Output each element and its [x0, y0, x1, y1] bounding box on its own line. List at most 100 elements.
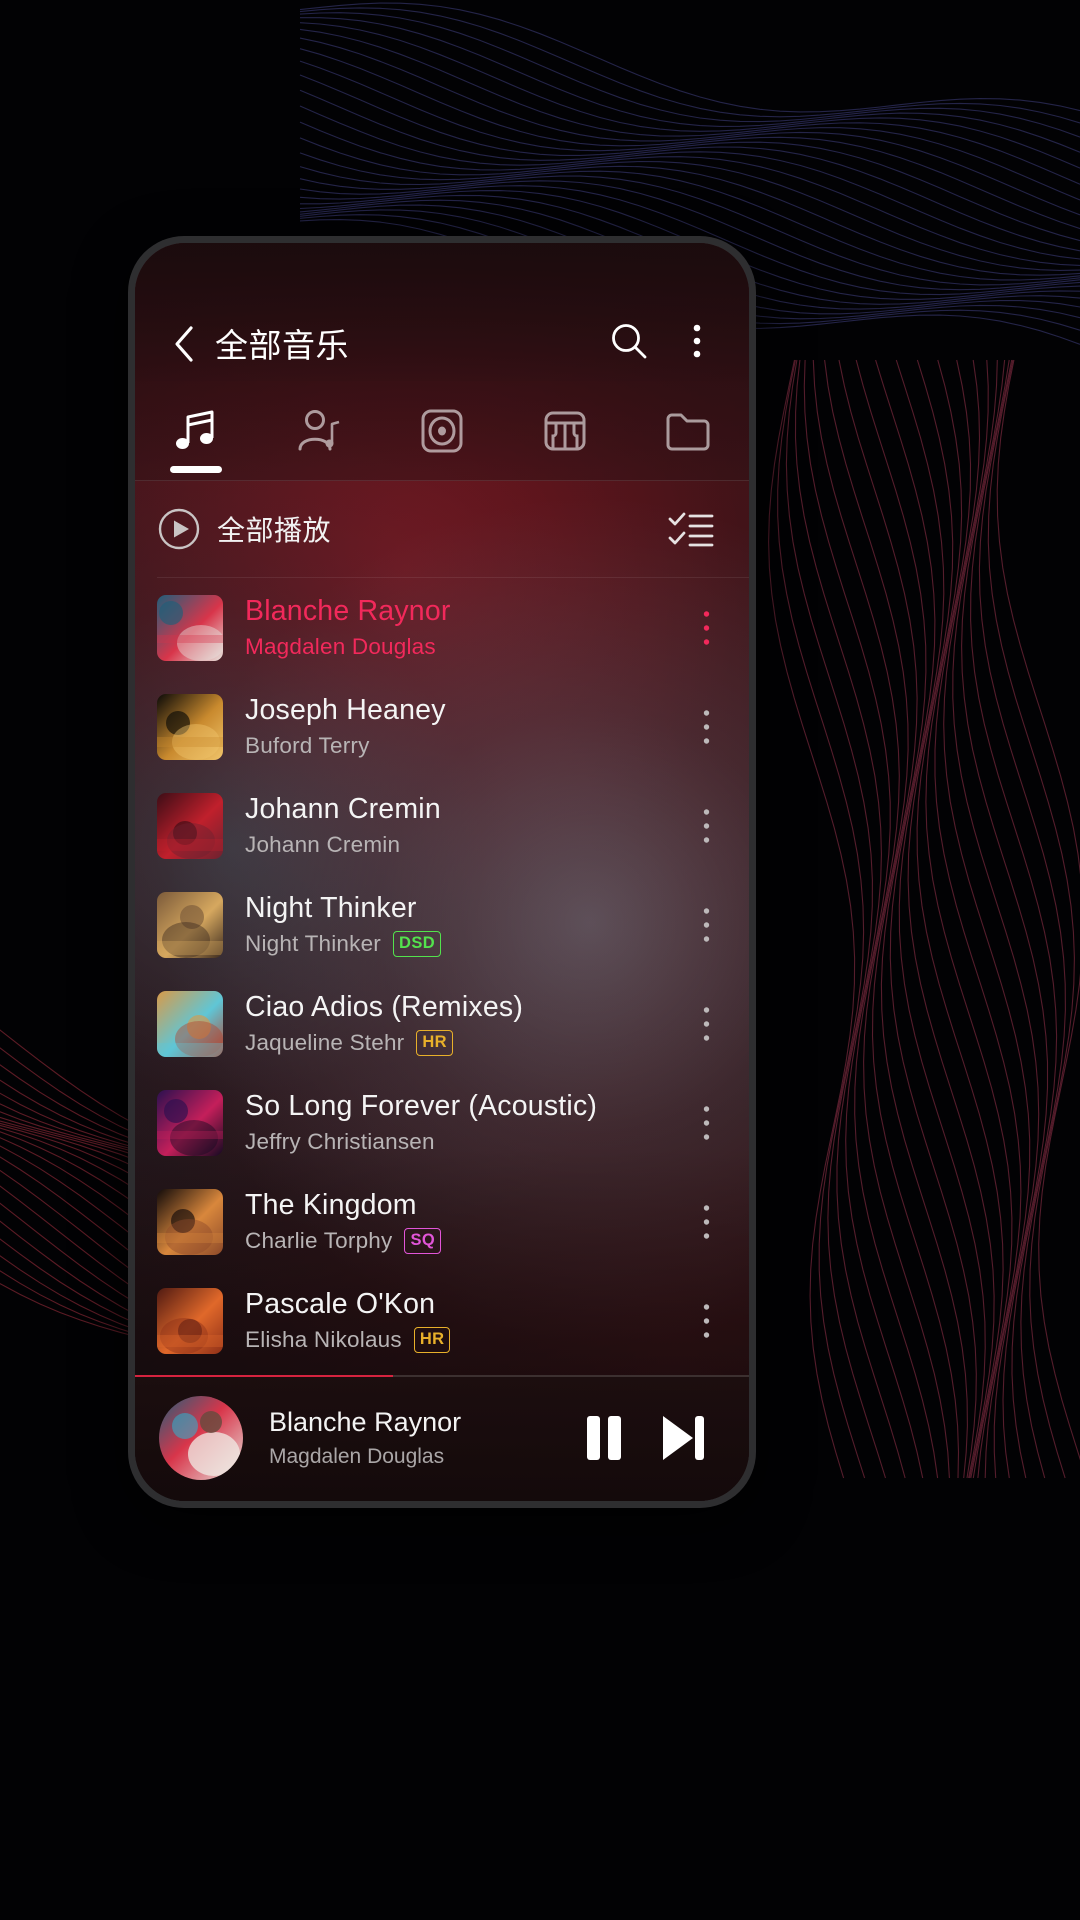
song-overflow-menu-button[interactable]	[681, 788, 731, 864]
quality-badge: HR	[413, 1327, 451, 1353]
song-text-block: Pascale O'Kon Elisha Nikolaus HR	[245, 1288, 681, 1353]
song-artist: Night Thinker	[245, 931, 381, 956]
song-subtitle-row: Buford Terry	[245, 733, 681, 759]
song-title: Ciao Adios (Remixes)	[245, 991, 524, 1023]
kebab-menu-icon	[703, 610, 709, 645]
now-playing-artwork[interactable]	[159, 1396, 243, 1480]
tab-folders[interactable]	[626, 381, 749, 481]
kebab-menu-icon	[703, 1006, 709, 1041]
song-artist: Jaqueline Stehr	[245, 1030, 405, 1055]
next-track-button[interactable]	[643, 1399, 721, 1477]
song-title: Pascale O'Kon	[245, 1288, 436, 1320]
play-all-label: 全部播放	[217, 515, 332, 546]
song-text-block: Joseph Heaney Buford Terry	[245, 694, 681, 759]
song-title: Joseph Heaney	[245, 694, 446, 726]
song-artist: Magdalen Douglas	[245, 634, 436, 659]
playback-progress-fill	[135, 1375, 393, 1377]
song-text-block: Johann Cremin Johann Cremin	[245, 793, 681, 858]
song-row[interactable]: Johann Cremin Johann Cremin	[135, 776, 749, 875]
tab-artists[interactable]	[258, 381, 381, 481]
song-overflow-menu-button[interactable]	[681, 1184, 731, 1260]
music-note-icon	[176, 410, 214, 449]
song-artwork-image	[157, 594, 223, 661]
playback-progress-track[interactable]	[135, 1375, 749, 1377]
back-button[interactable]	[161, 321, 207, 367]
quality-badge: SQ	[404, 1228, 442, 1254]
song-artwork	[157, 1089, 223, 1156]
piano-keys-icon	[544, 411, 586, 451]
tab-albums[interactable]	[381, 381, 504, 481]
song-artwork	[157, 693, 223, 760]
song-row[interactable]: Joseph Heaney Buford Terry	[135, 677, 749, 776]
tab-songs[interactable]	[135, 381, 258, 481]
quality-badge: HR	[416, 1030, 453, 1056]
song-artwork	[157, 891, 223, 958]
song-subtitle-row: Elisha Nikolaus HR	[245, 1327, 681, 1353]
song-artwork	[157, 1188, 223, 1255]
kebab-menu-icon	[703, 1204, 709, 1239]
song-text-block: Blanche Raynor Magdalen Douglas	[245, 595, 681, 660]
skip-next-icon	[663, 1416, 704, 1460]
song-artwork	[157, 990, 223, 1057]
song-row[interactable]: Ciao Adios (Remixes) Jaqueline Stehr HR	[135, 974, 749, 1073]
song-artist: Charlie Torphy	[245, 1228, 393, 1253]
song-title: Blanche Raynor	[245, 595, 451, 627]
now-playing-text: Blanche Raynor Magdalen Douglas	[269, 1407, 565, 1469]
song-title: Night Thinker	[245, 892, 417, 924]
song-overflow-menu-button[interactable]	[681, 590, 731, 666]
checklist-icon	[668, 512, 714, 547]
kebab-menu-icon	[703, 1105, 709, 1140]
song-title: The Kingdom	[245, 1189, 417, 1221]
song-title: So Long Forever (Acoustic)	[245, 1090, 598, 1122]
song-subtitle-row: Charlie Torphy SQ	[245, 1228, 681, 1254]
song-artwork-image	[157, 1089, 223, 1156]
song-overflow-menu-button[interactable]	[681, 986, 731, 1062]
song-overflow-menu-button[interactable]	[681, 1283, 731, 1359]
song-subtitle-row: Johann Cremin	[245, 832, 681, 858]
mini-player-bar: Blanche Raynor Magdalen Douglas	[135, 1375, 749, 1501]
song-row[interactable]: The Kingdom Charlie Torphy SQ	[135, 1172, 749, 1271]
song-artwork-image	[157, 693, 223, 760]
kebab-menu-icon	[693, 324, 701, 358]
library-tab-bar	[135, 381, 749, 481]
album-disc-icon	[421, 409, 463, 453]
search-button[interactable]	[603, 315, 655, 367]
song-artwork	[157, 594, 223, 661]
active-tab-indicator	[170, 466, 223, 473]
multi-select-button[interactable]	[663, 501, 719, 557]
song-artwork	[157, 792, 223, 859]
song-row[interactable]: Blanche Raynor Magdalen Douglas	[135, 578, 749, 677]
kebab-menu-icon	[703, 907, 709, 942]
search-icon	[612, 324, 647, 359]
song-row[interactable]: Pascale O'Kon Elisha Nikolaus HR	[135, 1271, 749, 1370]
song-artwork-image	[157, 792, 223, 859]
artist-icon	[298, 410, 340, 451]
tab-genres[interactable]	[503, 381, 626, 481]
app-header: 全部音乐	[135, 243, 749, 381]
song-overflow-menu-button[interactable]	[681, 1085, 731, 1161]
song-artwork-image	[157, 891, 223, 958]
header-overflow-menu-button[interactable]	[671, 315, 723, 367]
now-playing-artwork-image	[159, 1396, 243, 1480]
song-list[interactable]: Blanche Raynor Magdalen Douglas Joseph Hea…	[135, 578, 749, 1375]
pause-icon	[587, 1416, 621, 1460]
song-artist: Jeffry Christiansen	[245, 1129, 435, 1154]
song-text-block: So Long Forever (Acoustic) Jeffry Christi…	[245, 1090, 681, 1155]
song-text-block: Ciao Adios (Remixes) Jaqueline Stehr HR	[245, 991, 681, 1056]
pause-button[interactable]	[565, 1399, 643, 1477]
song-overflow-menu-button[interactable]	[681, 689, 731, 765]
page-title: 全部音乐	[215, 327, 349, 364]
now-playing-title: Blanche Raynor	[269, 1407, 462, 1437]
song-row[interactable]: Night Thinker Night Thinker DSD	[135, 875, 749, 974]
song-overflow-menu-button[interactable]	[681, 887, 731, 963]
song-row[interactable]: So Long Forever (Acoustic) Jeffry Christi…	[135, 1073, 749, 1172]
song-artwork-image	[157, 1287, 223, 1354]
song-subtitle-row: Jaqueline Stehr HR	[245, 1030, 681, 1056]
song-text-block: Night Thinker Night Thinker DSD	[245, 892, 681, 957]
play-all-button[interactable]: 全部播放	[157, 507, 331, 551]
phone-device-frame: 全部音乐 全部播放 Blanche Raynor Magdalen Dougla…	[128, 236, 756, 1508]
song-subtitle-row: Jeffry Christiansen	[245, 1129, 681, 1155]
song-artist: Buford Terry	[245, 733, 370, 758]
kebab-menu-icon	[703, 709, 709, 744]
song-artist: Johann Cremin	[245, 832, 401, 857]
